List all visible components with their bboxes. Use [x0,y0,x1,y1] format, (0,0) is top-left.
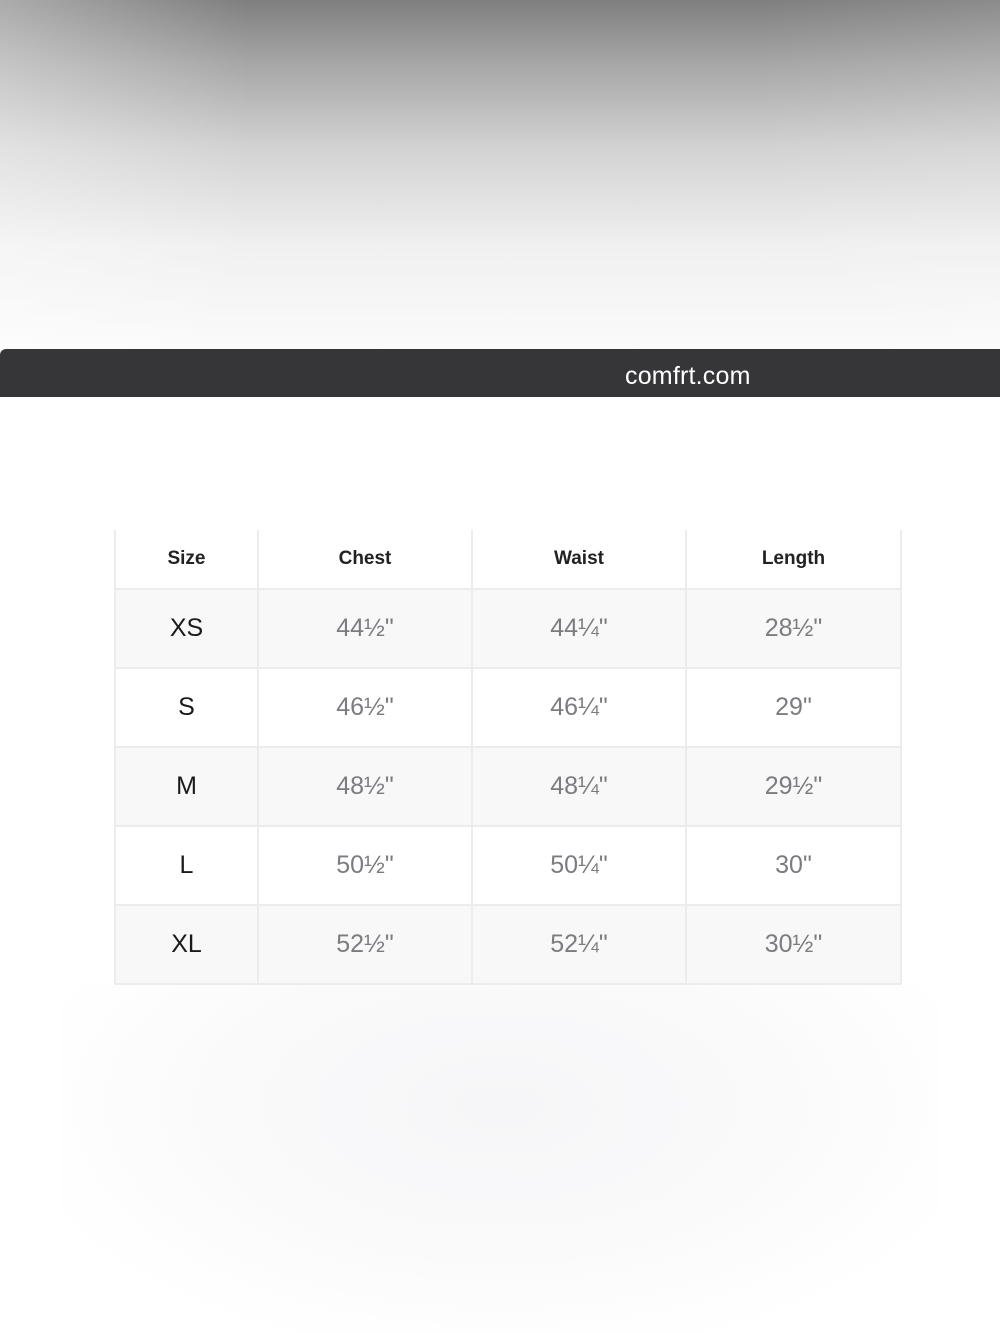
length-cell: 30½" [685,904,902,985]
address-bar-url[interactable]: comfrt.com [625,361,751,391]
size-chart-table: Size Chest Waist Length XS 44½" 44¼" 28½… [114,530,902,985]
table-row: XL 52½" 52¼" 30½" [114,904,902,985]
size-cell: L [114,825,259,906]
length-cell: 29½" [685,746,902,827]
waist-cell: 50¼" [471,825,687,906]
page-bottom-shadow [60,985,940,1333]
chest-cell: 46½" [257,667,473,748]
length-cell: 30" [685,825,902,906]
size-cell: S [114,667,259,748]
length-cell: 29" [685,667,902,748]
chest-cell: 50½" [257,825,473,906]
waist-cell: 44¼" [471,588,687,669]
waist-cell: 48¼" [471,746,687,827]
table-row: L 50½" 50¼" 30" [114,825,902,906]
browser-address-bar[interactable] [0,349,1000,397]
size-cell: XL [114,904,259,985]
waist-cell: 46¼" [471,667,687,748]
chest-cell: 48½" [257,746,473,827]
header-waist: Waist [472,530,687,590]
size-cell: XS [114,588,259,669]
header-size: Size [114,530,259,590]
table-header-row: Size Chest Waist Length [114,530,902,590]
chest-cell: 44½" [257,588,473,669]
length-cell: 28½" [685,588,902,669]
waist-cell: 52¼" [471,904,687,985]
table-row: XS 44½" 44¼" 28½" [114,588,902,669]
header-length: Length [686,530,902,590]
page-top-shadow [0,0,1000,350]
table-row: M 48½" 48¼" 29½" [114,746,902,827]
chest-cell: 52½" [257,904,473,985]
table-row: S 46½" 46¼" 29" [114,667,902,748]
header-chest: Chest [258,530,473,590]
size-cell: M [114,746,259,827]
